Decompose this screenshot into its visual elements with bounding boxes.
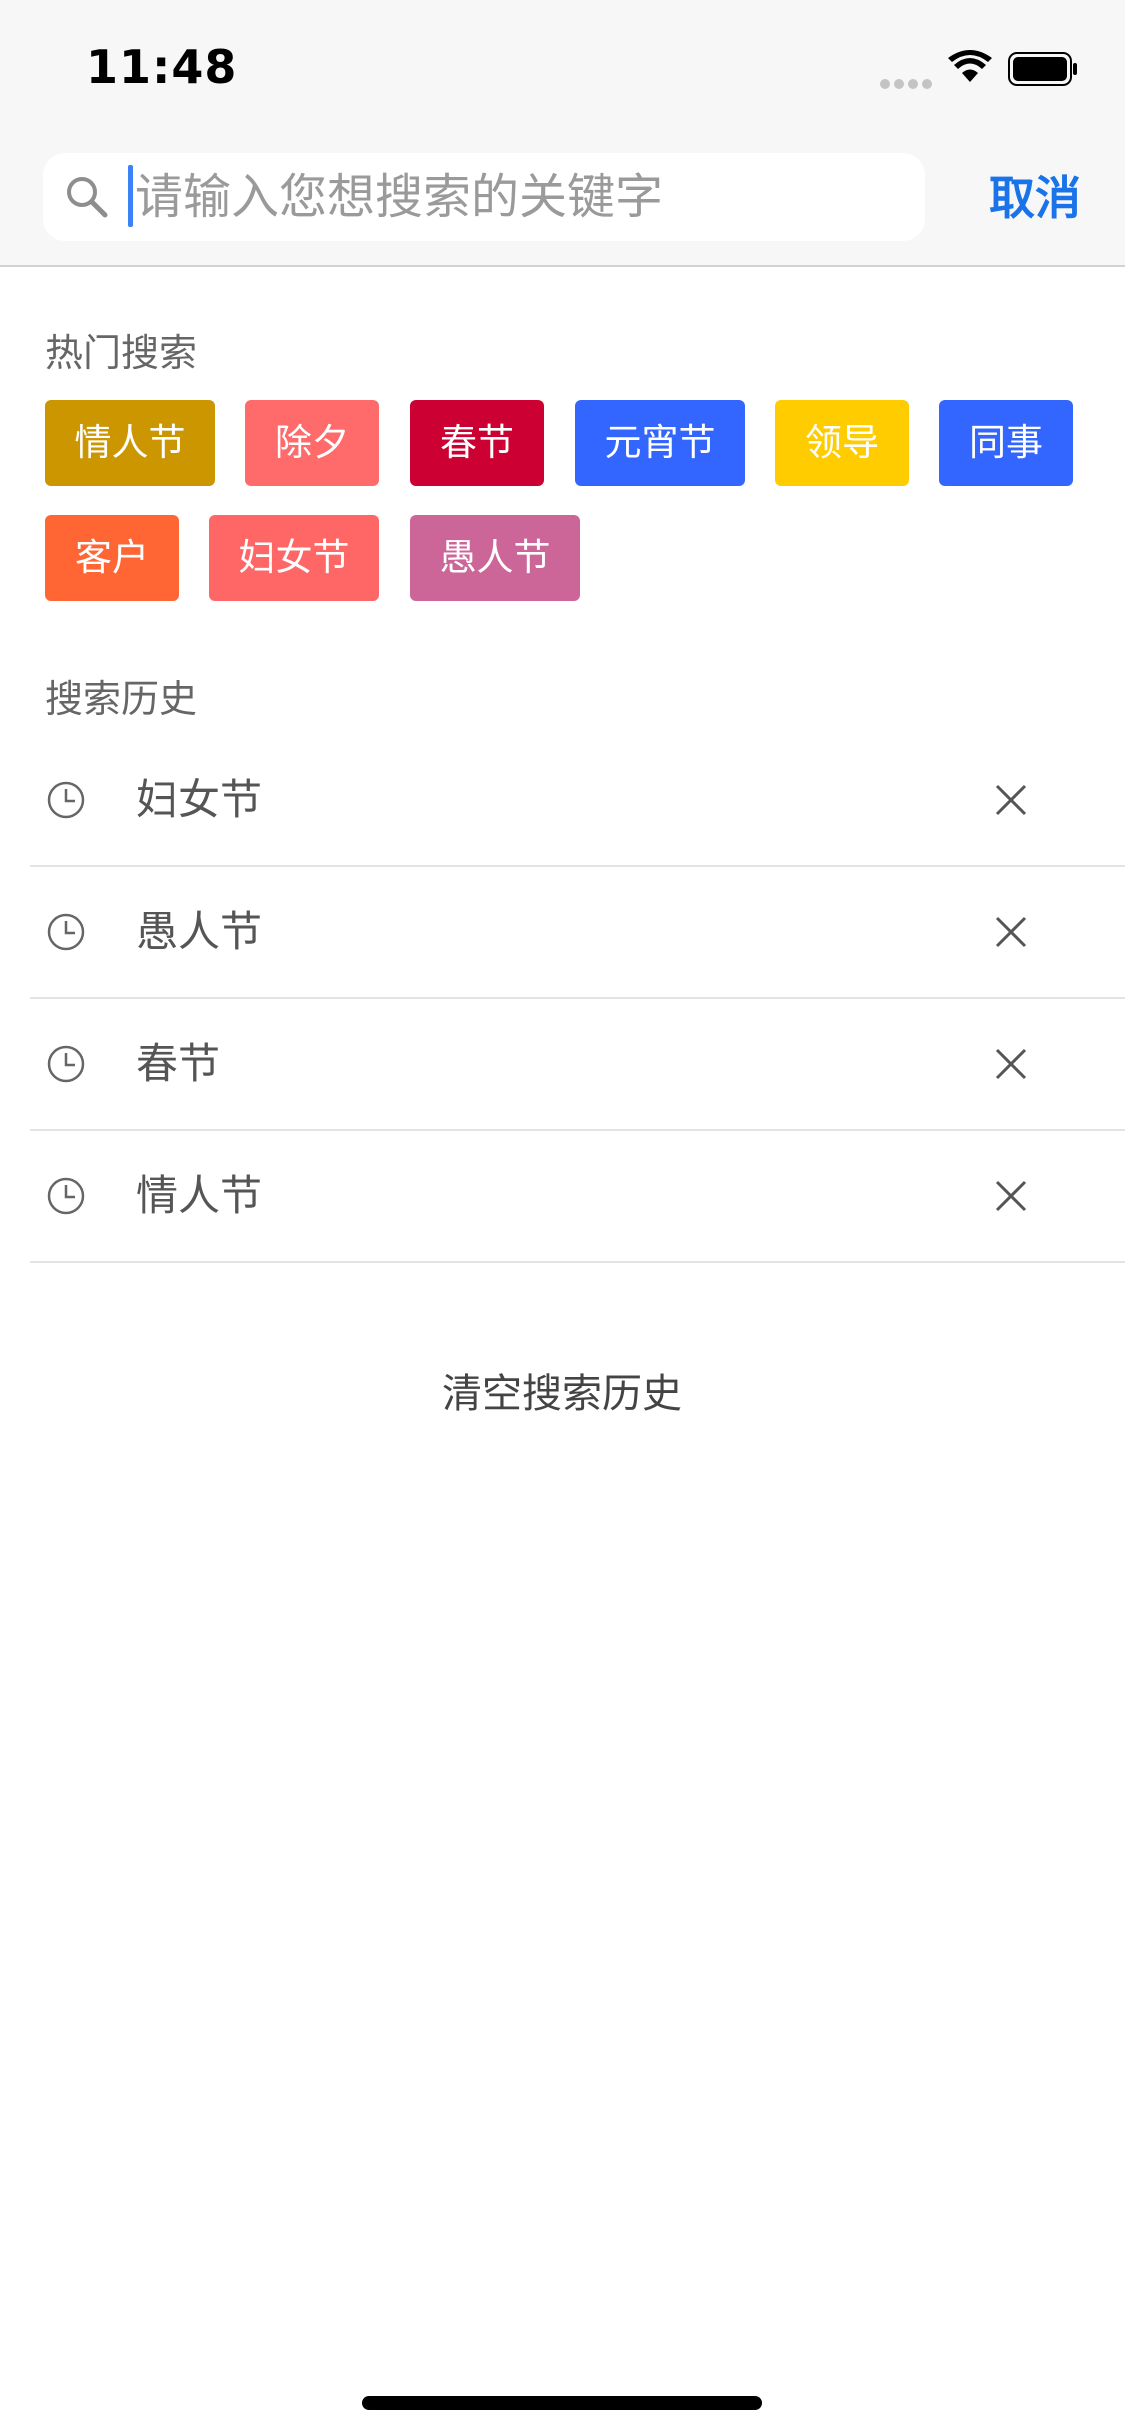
- hot-tag-customer[interactable]: 客户: [45, 515, 179, 601]
- cellular-signal-icon: [880, 74, 936, 93]
- hot-tag-leader[interactable]: 领导: [775, 400, 909, 486]
- history-list: 妇女节 愚人节 春节 情人节: [30, 735, 1125, 1263]
- clear-history-button[interactable]: 清空搜索历史: [412, 1355, 712, 1425]
- history-item[interactable]: 情人节: [30, 1131, 1125, 1263]
- history-item[interactable]: 愚人节: [30, 867, 1125, 999]
- wifi-icon: [948, 50, 992, 82]
- clock-icon: [47, 913, 85, 951]
- hot-tag-valentines[interactable]: 情人节: [45, 400, 215, 486]
- hot-tag-lantern-festival[interactable]: 元宵节: [575, 400, 745, 486]
- text-cursor: [128, 165, 133, 227]
- search-input[interactable]: [135, 153, 905, 241]
- clock-icon: [47, 1177, 85, 1215]
- clock-icon: [47, 1045, 85, 1083]
- hot-search-title: 热门搜索: [45, 331, 198, 375]
- search-icon: [67, 177, 108, 218]
- hot-tag-spring-festival[interactable]: 春节: [410, 400, 544, 486]
- history-item[interactable]: 春节: [30, 999, 1125, 1131]
- history-item-label: 愚人节: [136, 907, 263, 956]
- close-icon[interactable]: [995, 916, 1027, 948]
- search-box[interactable]: [43, 153, 925, 241]
- status-time: 11:48: [86, 40, 238, 94]
- history-item-label: 情人节: [136, 1171, 263, 1220]
- hot-tag-new-years-eve[interactable]: 除夕: [245, 400, 379, 486]
- close-icon[interactable]: [995, 784, 1027, 816]
- hot-tag-april-fools[interactable]: 愚人节: [410, 515, 580, 601]
- history-item[interactable]: 妇女节: [30, 735, 1125, 867]
- history-title: 搜索历史: [45, 677, 198, 721]
- close-icon[interactable]: [995, 1180, 1027, 1212]
- close-icon[interactable]: [995, 1048, 1027, 1080]
- battery-icon: [1008, 52, 1077, 86]
- history-item-label: 春节: [136, 1039, 221, 1088]
- hot-tag-colleague[interactable]: 同事: [939, 400, 1073, 486]
- hot-tag-womens-day[interactable]: 妇女节: [209, 515, 379, 601]
- search-header: 11:48 取消: [0, 0, 1125, 267]
- cancel-button[interactable]: 取消: [985, 168, 1085, 228]
- home-indicator: [362, 2396, 762, 2410]
- history-item-label: 妇女节: [136, 775, 263, 824]
- clock-icon: [47, 781, 85, 819]
